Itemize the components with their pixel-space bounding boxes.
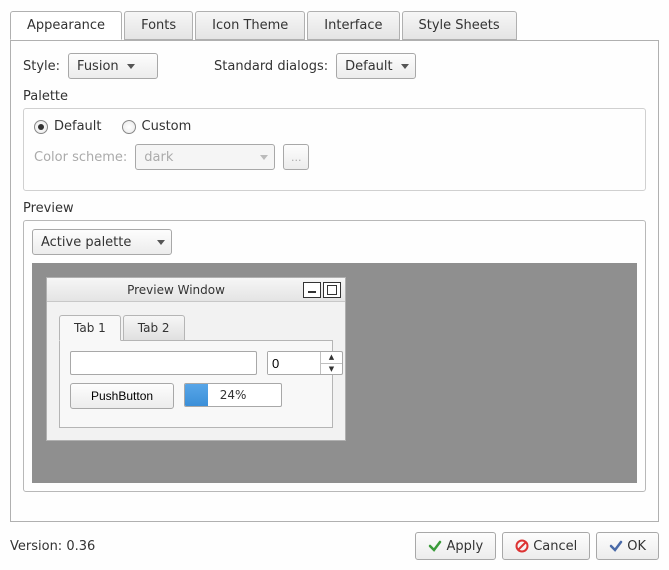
spin-down-icon[interactable]: ▼ — [321, 364, 342, 375]
apply-button[interactable]: Apply — [415, 532, 496, 560]
preview-palette-select[interactable]: Active palette — [32, 229, 172, 255]
std-dialogs-select[interactable]: Default — [336, 53, 416, 79]
appearance-panel: Style: Fusion Standard dialogs: Default … — [10, 40, 659, 522]
preview-push-button[interactable]: PushButton — [70, 383, 174, 409]
cancel-button[interactable]: Cancel — [502, 532, 590, 560]
ok-check-icon — [609, 539, 623, 553]
chevron-down-icon — [401, 64, 409, 69]
tab-appearance[interactable]: Appearance — [10, 11, 122, 40]
progress-text: 24% — [185, 384, 281, 406]
footer: Version: 0.36 Apply Cancel OK — [10, 522, 659, 570]
cancel-icon — [515, 539, 529, 553]
radio-default-label: Default — [54, 119, 102, 134]
minimize-icon[interactable] — [303, 282, 321, 298]
spin-up-icon[interactable]: ▲ — [321, 352, 342, 364]
palette-title: Palette — [23, 89, 646, 104]
preview-tab-2[interactable]: Tab 2 — [123, 315, 185, 341]
chevron-down-icon — [260, 155, 268, 160]
preview-tab-1[interactable]: Tab 1 — [59, 315, 121, 341]
preview-canvas: Preview Window Tab 1 Tab 2 — [32, 263, 637, 483]
chevron-down-icon — [157, 240, 165, 245]
ok-label: OK — [627, 539, 646, 554]
std-dialogs-value: Default — [345, 59, 393, 74]
check-icon — [428, 539, 442, 553]
std-dialogs-label: Standard dialogs: — [214, 59, 328, 74]
radio-circle-icon — [34, 120, 48, 134]
preview-title: Preview — [23, 201, 646, 216]
radio-custom-label: Custom — [142, 119, 192, 134]
tab-interface[interactable]: Interface — [307, 11, 399, 40]
preview-spinbox-value[interactable] — [268, 352, 320, 374]
style-select[interactable]: Fusion — [68, 53, 158, 79]
cancel-label: Cancel — [533, 539, 577, 554]
style-select-value: Fusion — [77, 59, 119, 74]
palette-radio-custom[interactable]: Custom — [122, 119, 192, 134]
ok-button[interactable]: OK — [596, 532, 659, 560]
color-scheme-value: dark — [144, 150, 173, 165]
preview-titlebar: Preview Window — [47, 278, 345, 302]
preview-palette-value: Active palette — [41, 235, 131, 250]
preview-text-input[interactable] — [70, 351, 257, 375]
chevron-down-icon — [127, 64, 135, 69]
color-scheme-browse-button: ... — [283, 144, 309, 170]
tab-icon-theme[interactable]: Icon Theme — [195, 11, 305, 40]
color-scheme-label: Color scheme: — [34, 150, 127, 165]
palette-group: Default Custom Color scheme: dark ... — [23, 108, 646, 191]
main-tabbar: Appearance Fonts Icon Theme Interface St… — [10, 11, 659, 41]
preview-spinbox[interactable]: ▲ ▼ — [267, 351, 343, 375]
maximize-icon[interactable] — [323, 282, 341, 298]
preview-window-title: Preview Window — [51, 283, 301, 297]
style-label: Style: — [23, 59, 60, 74]
preview-body: Tab 1 Tab 2 ▲ ▼ — [47, 302, 345, 440]
radio-circle-icon — [122, 120, 136, 134]
apply-label: Apply — [446, 539, 483, 554]
preview-area: Active palette Preview Window Tab 1 Tab … — [23, 220, 646, 492]
preview-window: Preview Window Tab 1 Tab 2 — [46, 277, 346, 441]
tab-fonts[interactable]: Fonts — [124, 11, 193, 40]
version-label: Version: 0.36 — [10, 539, 95, 554]
palette-radio-default[interactable]: Default — [34, 119, 102, 134]
color-scheme-select: dark — [135, 144, 275, 170]
preview-progress-bar: 24% — [184, 383, 282, 407]
tab-style-sheets[interactable]: Style Sheets — [402, 11, 517, 40]
preview-tabbar: Tab 1 Tab 2 — [59, 314, 333, 341]
preview-tab-content: ▲ ▼ PushButton 24% — [59, 341, 333, 428]
